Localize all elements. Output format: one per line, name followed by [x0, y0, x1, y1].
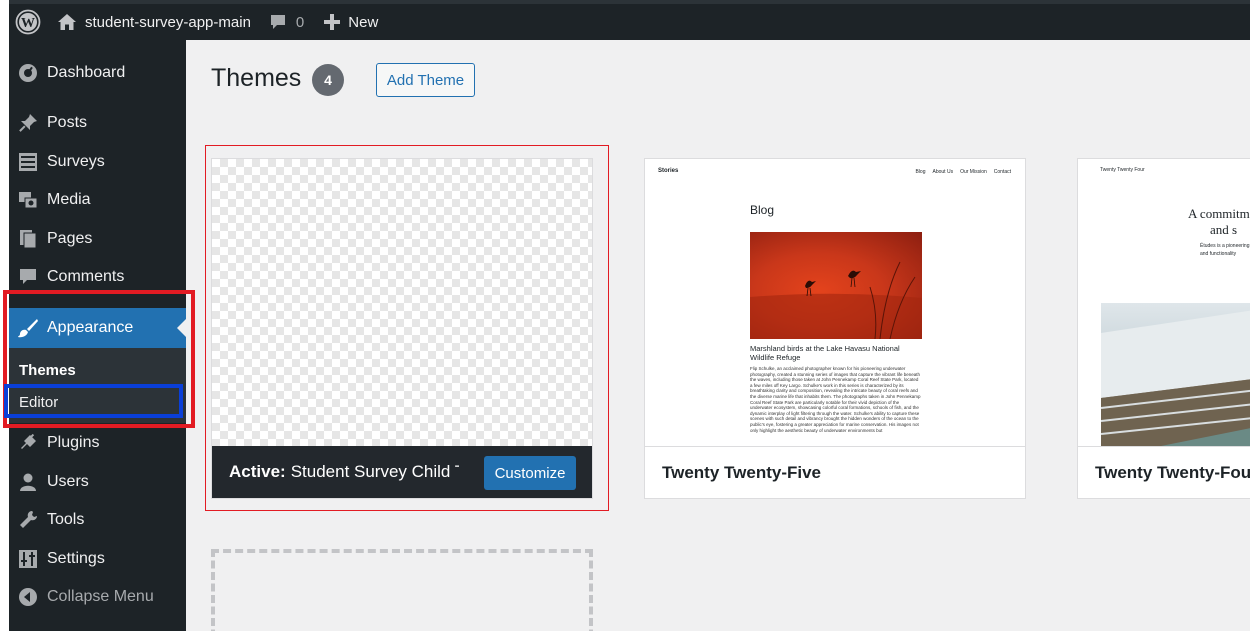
plug-icon — [9, 433, 47, 453]
preview-subtitle-line: and functionality — [1200, 251, 1237, 257]
page-title: Themes — [211, 64, 302, 92]
preview-body-text: Flip Schulke, an acclaimed photographer … — [750, 366, 921, 433]
sidebar-item-users[interactable]: Users — [9, 465, 186, 499]
list-icon — [9, 152, 47, 172]
preview-nav-item: About Us — [932, 169, 954, 175]
sidebar-item-dashboard[interactable]: Dashboard — [9, 56, 186, 90]
admin-bar: W student-survey-app-main 0 New — [9, 4, 1250, 40]
sidebar-item-surveys[interactable]: Surveys — [9, 145, 186, 179]
customize-button[interactable]: Customize — [484, 456, 576, 490]
dashboard-icon — [9, 63, 47, 83]
preview-subtitle: Études is a pioneering and functionality — [1200, 242, 1249, 258]
preview-bird-image — [750, 232, 922, 340]
comment-bubble-icon — [270, 15, 285, 29]
wordpress-icon: W — [15, 9, 41, 35]
sidebar-item-comments[interactable]: Comments — [9, 260, 186, 294]
preview-nav: Blog About Us Our Mission Contact — [915, 169, 1011, 175]
collapse-menu-label: Collapse Menu — [47, 588, 154, 605]
theme-screenshot: Stories Blog About Us Our Mission Contac… — [645, 159, 1025, 446]
site-name-link[interactable]: student-survey-app-main — [57, 4, 251, 40]
sidebar-item-label: Posts — [47, 114, 88, 131]
sidebar-item-label: Plugins — [47, 434, 100, 451]
preview-caption: Marshland birds at the Lake Havasu Natio… — [750, 344, 900, 362]
sidebar-item-label: Media — [47, 191, 91, 208]
comment-icon — [9, 267, 47, 287]
sidebar-item-posts[interactable]: Posts — [9, 106, 186, 140]
plus-icon — [324, 14, 341, 30]
collapse-arrow-icon — [9, 587, 47, 607]
media-icon — [9, 190, 47, 210]
sidebar-item-media[interactable]: Media — [9, 183, 186, 217]
active-theme-name: Active:Student Survey Child Th... — [229, 462, 459, 482]
preview-brand: Stories — [658, 168, 679, 174]
theme-name: Twenty Twenty-Four — [1078, 446, 1250, 498]
theme-footer: Active:Student Survey Child Th... Custom… — [212, 446, 592, 498]
theme-screenshot-placeholder — [212, 159, 592, 446]
sidebar-item-label: Comments — [47, 268, 125, 285]
pin-icon — [9, 113, 47, 133]
comments-count: 0 — [295, 13, 305, 31]
home-icon — [58, 14, 76, 30]
new-content-button[interactable]: New — [324, 4, 378, 40]
sidebar-item-tools[interactable]: Tools — [9, 503, 186, 537]
sidebar-item-label: Tools — [47, 511, 85, 528]
settings-icon — [9, 549, 47, 569]
new-label: New — [348, 13, 379, 31]
collapse-menu-button[interactable]: Collapse Menu — [9, 580, 186, 614]
user-icon — [9, 472, 47, 492]
preview-nav-item: Our Mission — [960, 169, 987, 175]
preview-title: A commitm and s — [1188, 206, 1250, 238]
wordpress-logo-button[interactable]: W — [11, 4, 45, 40]
wrench-icon — [9, 510, 47, 530]
preview-subtitle-line: Études is a pioneering — [1200, 243, 1250, 249]
editor-highlight-box — [4, 384, 183, 418]
preview-nav-item: Blog — [915, 169, 926, 175]
sidebar-item-settings[interactable]: Settings — [9, 542, 186, 576]
sidebar-item-plugins[interactable]: Plugins — [9, 426, 186, 460]
theme-card-active[interactable]: Active:Student Survey Child Th... Custom… — [211, 158, 593, 499]
comments-link[interactable]: 0 — [269, 4, 304, 40]
theme-count-badge: 4 — [312, 64, 344, 96]
pages-icon — [9, 229, 47, 249]
sidebar-item-label: Settings — [47, 550, 105, 567]
active-prefix: Active: — [229, 462, 286, 481]
sidebar-item-pages[interactable]: Pages — [9, 222, 186, 256]
theme-card-twenty-twenty-five[interactable]: Stories Blog About Us Our Mission Contac… — [644, 158, 1026, 499]
theme-card-twenty-twenty-four[interactable]: Twenty Twenty Four A commitm and s Étude… — [1077, 158, 1250, 499]
sidebar-item-label: Pages — [47, 230, 93, 247]
sidebar-item-label: Users — [47, 473, 89, 490]
preview-building-image — [1100, 303, 1250, 446]
theme-name: Student Survey Child Th... — [290, 462, 459, 481]
preview-heading: Blog — [750, 203, 775, 217]
preview-title-line: A commitm — [1188, 206, 1250, 221]
preview-nav-item: Contact — [993, 169, 1011, 175]
add-theme-button[interactable]: Add Theme — [376, 63, 475, 97]
theme-name: Twenty Twenty-Five — [645, 446, 1025, 498]
sidebar-item-label: Dashboard — [47, 64, 126, 81]
sidebar-item-label: Surveys — [47, 153, 105, 170]
add-new-theme-card[interactable] — [211, 549, 593, 631]
preview-back-link: Twenty Twenty Four — [1100, 167, 1145, 173]
theme-screenshot: Twenty Twenty Four A commitm and s Étude… — [1078, 159, 1250, 446]
preview-title-line: and s — [1210, 222, 1238, 237]
site-name: student-survey-app-main — [85, 13, 251, 31]
svg-text:W: W — [21, 16, 35, 31]
